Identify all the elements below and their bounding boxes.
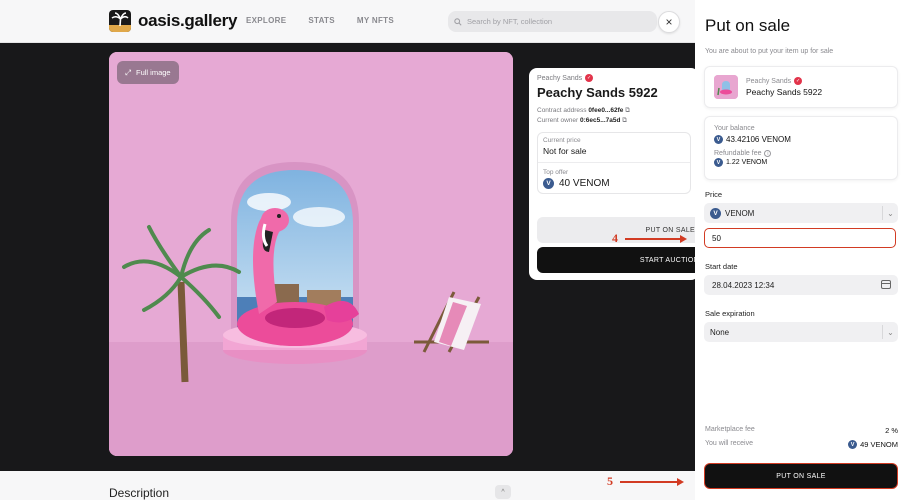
refundable-label: Refundable fee [714,150,762,157]
current-price-value: Not for sale [543,146,587,156]
calendar-icon[interactable] [881,280,891,289]
verified-icon: ✓ [794,77,803,85]
marketplace-fee-value: 2 % [885,426,898,435]
start-date-label: Start date [705,262,738,271]
info-icon[interactable]: i [764,150,772,157]
top-offer-value: 40 VENOM [559,178,610,189]
venom-icon: V [710,207,721,219]
start-auction-button[interactable]: START AUCTION [537,247,699,273]
expiration-select[interactable]: None ⌄ [704,322,898,342]
venom-icon: V [714,158,723,167]
receive-value: 49 VENOM [860,440,898,449]
nft-details-card: Peachy Sands ✓ Peachy Sands 5922 Contrac… [529,68,699,280]
owner-row: Current owner 0:6ec5...7a5d ⧉ [537,116,691,126]
top-offer-row: V 40 VENOM [543,178,685,189]
price-label: Price [705,190,723,199]
close-modal-button[interactable]: × [658,11,680,33]
marketplace-fee-label: Marketplace fee [705,426,755,433]
refundable-value-row: V 1.22 VENOM [714,158,888,167]
marketplace-fee-row: Marketplace fee 2 % [705,426,898,435]
balance-value: 43.42106 VENOM [726,135,791,144]
price-box: Current price Not for sale Top offer V 4… [537,132,691,194]
step-5-arrow [620,478,684,486]
nft-artwork-illustration [109,52,513,456]
item-collection: Peachy Sands [746,77,792,85]
panel-subtitle: You are about to put your item up for sa… [705,48,834,55]
contract-value: 0fee0...62fe [588,107,624,114]
item-thumbnail [714,75,738,99]
receive-row: You will receive V 49 VENOM [705,440,898,449]
item-collection-row: Peachy Sands ✓ [746,77,822,85]
logo-text: oasis.gallery [138,11,238,30]
top-offer-label: Top offer [543,169,569,176]
divider [538,162,690,163]
full-image-button[interactable]: ⤢ Full image [117,61,179,84]
step-4-arrow [625,235,687,243]
chevron-down-icon: ⌄ [882,206,898,220]
close-icon: × [665,15,673,29]
receive-label: You will receive [705,440,753,447]
search-icon [454,17,462,26]
contract-row: Contract address 0fee0...62fe ⧉ [537,106,691,116]
step-4-marker: 4 [612,231,618,245]
venom-icon: V [714,135,723,144]
expiration-value: None [710,327,730,337]
price-input[interactable]: 50 [704,228,896,248]
description-title: Description [109,486,170,500]
main-nav: EXPLORE STATS MY NFTS [246,16,394,25]
currency-value: VENOM [725,208,755,218]
balance-row: V 43.42106 VENOM [714,135,888,144]
owner-label: Current owner [537,117,579,124]
put-on-sale-panel: Put on sale You are about to put your it… [695,0,910,500]
search-input[interactable]: Search by NFT, collection [448,11,657,32]
start-date-value: 28.04.2023 12:34 [712,280,775,290]
currency-select[interactable]: V VENOM ⌄ [704,203,898,223]
nav-my-nfts[interactable]: MY NFTS [357,16,394,25]
item-card: Peachy Sands ✓ Peachy Sands 5922 [704,66,898,108]
collapse-icon[interactable]: ^ [495,485,511,499]
current-price-label: Current price [543,137,581,144]
nav-explore[interactable]: EXPLORE [246,16,286,25]
description-section: Description ^ [0,471,695,500]
item-name: Peachy Sands 5922 [746,87,823,97]
logo[interactable]: oasis.gallery [109,10,237,32]
contract-label: Contract address [537,107,587,114]
refundable-row: Refundable fee i [714,150,888,157]
chevron-down-icon: ⌄ [882,325,898,339]
owner-value[interactable]: 0:6ec5...7a5d [580,117,620,124]
full-image-label: Full image [136,68,171,77]
nft-title: Peachy Sands 5922 [537,85,658,100]
start-date-input[interactable]: 28.04.2023 12:34 [704,275,898,295]
palm-logo-icon [109,10,131,32]
refundable-value: 1.22 VENOM [726,159,768,166]
expiration-label: Sale expiration [705,309,755,318]
search-placeholder: Search by NFT, collection [467,17,553,26]
step-5-marker: 5 [607,474,613,488]
copy-contract-icon[interactable]: ⧉ [625,107,630,114]
copy-owner-icon[interactable]: ⧉ [622,117,627,124]
collection-name: Peachy Sands [537,74,583,82]
top-bar: oasis.gallery EXPLORE STATS MY NFTS Sear… [0,0,695,43]
expand-icon: ⤢ [125,67,131,77]
balance-label: Your balance [714,125,755,132]
panel-title: Put on sale [705,16,791,35]
nft-image[interactable]: ⤢ Full image [109,52,513,456]
venom-icon: V [848,440,858,449]
verified-icon: ✓ [585,74,594,82]
nav-stats[interactable]: STATS [308,16,335,25]
collection-link[interactable]: Peachy Sands ✓ [537,74,691,82]
put-on-sale-submit-button[interactable]: PUT ON SALE [704,463,898,489]
balance-card: Your balance V 43.42106 VENOM Refundable… [704,116,898,180]
venom-icon: V [543,178,554,189]
receive-amount: V 49 VENOM [848,440,898,449]
